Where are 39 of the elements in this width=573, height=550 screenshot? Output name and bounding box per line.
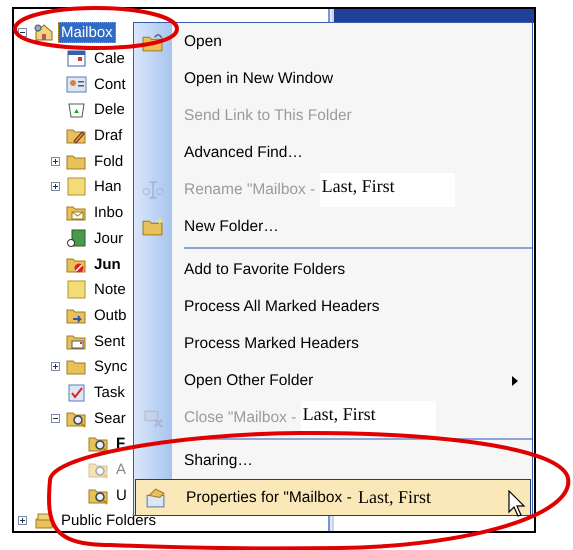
redaction-label: Last, First xyxy=(320,172,455,206)
folder-item[interactable]: Public Folders xyxy=(58,510,160,531)
folder-item[interactable]: Cont xyxy=(91,74,129,95)
folder-item[interactable]: Draf xyxy=(91,125,126,146)
menu-item[interactable]: Open Other Folder xyxy=(184,372,314,390)
folder-item[interactable]: Jun xyxy=(91,254,124,275)
expand-icon[interactable] xyxy=(18,516,27,526)
folder-item[interactable]: Cale xyxy=(91,48,128,70)
folder-item[interactable]: Fold xyxy=(91,150,126,172)
text-cursor-icon xyxy=(142,178,164,200)
folder-item[interactable]: U xyxy=(113,484,130,506)
folder-item[interactable]: Mailbox xyxy=(58,22,116,44)
folder-item[interactable]: Note xyxy=(91,279,129,300)
folder-item[interactable]: Han xyxy=(91,176,125,198)
folder-item[interactable]: Sear xyxy=(91,408,129,429)
folder-item[interactable]: Sent xyxy=(91,330,128,352)
folder-item[interactable]: Inbo xyxy=(91,202,126,224)
cursor-icon xyxy=(508,490,526,518)
collapse-icon[interactable] xyxy=(51,414,60,423)
redaction-label: Last, First xyxy=(300,400,436,434)
menu-item[interactable]: Sharing… xyxy=(184,452,253,470)
folder-item[interactable]: Outb xyxy=(91,304,130,326)
new-folder-icon xyxy=(142,216,164,238)
expand-icon[interactable] xyxy=(51,182,60,192)
expand-icon[interactable] xyxy=(51,156,60,166)
properties-icon xyxy=(144,486,166,508)
menu-item[interactable]: New Folder… xyxy=(184,218,279,236)
menu-item[interactable]: Add to Favorite Folders xyxy=(184,260,346,278)
folder-item[interactable]: Dele xyxy=(91,99,128,120)
menu-item[interactable]: Process Marked Headers xyxy=(184,334,359,352)
folder-item[interactable]: Sync xyxy=(91,356,130,378)
folder-item[interactable]: Task xyxy=(91,382,128,403)
menu-item[interactable]: Open in New Window xyxy=(184,70,334,88)
folder-item[interactable]: Jour xyxy=(91,228,126,249)
menu-item[interactable]: Process All Marked Headers xyxy=(184,298,380,316)
menu-item[interactable]: Properties for "Mailbox - xyxy=(186,488,356,506)
expand-icon[interactable] xyxy=(51,362,60,372)
menu-item[interactable]: Advanced Find… xyxy=(184,144,303,162)
menu-item[interactable]: Open xyxy=(184,32,222,50)
